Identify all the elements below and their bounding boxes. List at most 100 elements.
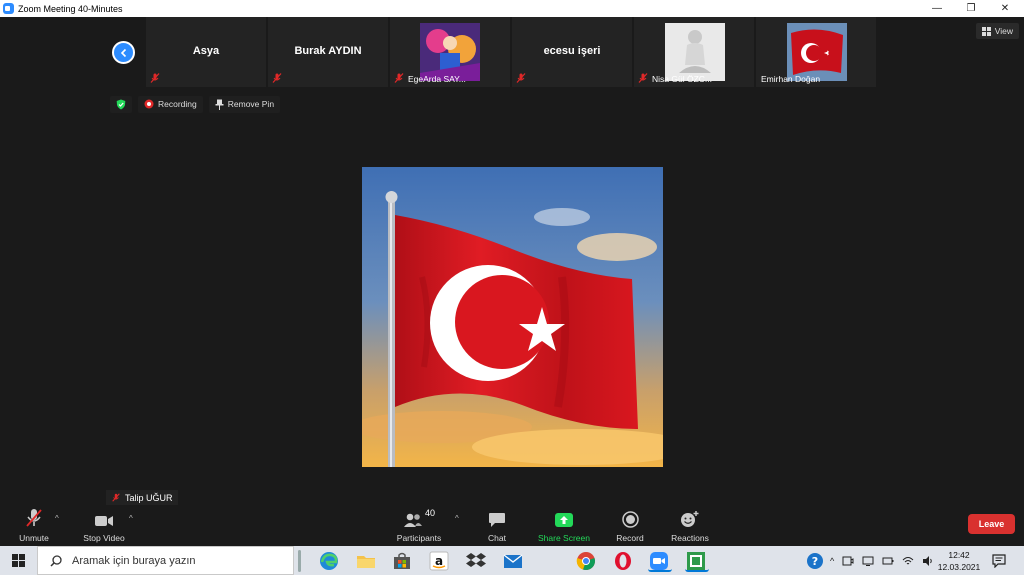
unmute-label: Unmute <box>19 533 49 543</box>
minimize-button[interactable]: — <box>920 0 954 17</box>
unmute-button[interactable]: Unmute <box>14 508 54 543</box>
meeting-stage: Asya Burak AYDIN EgeArda SAY... ecesu iş… <box>0 17 1024 546</box>
restore-button[interactable]: ❐ <box>954 0 988 17</box>
participant-name-ecesu: ecesu işeri <box>543 45 601 57</box>
mic-off-icon <box>516 73 526 83</box>
remove-pin-button[interactable]: Remove Pin <box>208 95 281 113</box>
edge-browser-icon[interactable] <box>318 550 340 572</box>
participant-tile-ecesu[interactable]: ecesu işeri <box>512 17 632 87</box>
view-button-label: View <box>994 26 1013 36</box>
zoom-logo-icon <box>3 3 14 14</box>
wifi-icon[interactable] <box>902 555 914 567</box>
participant-tile-asya[interactable]: Asya <box>146 17 266 87</box>
video-camera-icon <box>95 516 113 526</box>
system-tray: ? ^ <box>806 546 934 575</box>
zoom-taskbar-icon[interactable] <box>648 550 672 572</box>
record-button[interactable]: Record <box>610 508 650 543</box>
active-speaker-label: Talip UĞUR <box>106 490 178 505</box>
record-dot-icon <box>144 99 154 109</box>
recording-label: Recording <box>158 99 197 109</box>
participant-tile-emirhan[interactable]: Emirhan Doğan <box>756 17 876 87</box>
battery-icon[interactable] <box>882 555 894 567</box>
mic-off-icon <box>638 73 648 83</box>
participant-label-ege: EgeArda SAY... <box>408 74 466 84</box>
opera-icon[interactable] <box>612 550 634 572</box>
display-icon[interactable] <box>862 555 874 567</box>
shield-check-icon <box>116 99 126 109</box>
chevron-left-icon <box>120 48 126 57</box>
participant-tile-nisa[interactable]: Nisa Gül ÖZC... <box>634 17 754 87</box>
taskbar-search-placeholder: Aramak için buraya yazın <box>72 554 196 567</box>
share-screen-icon <box>555 513 573 527</box>
mic-off-icon <box>112 493 120 502</box>
reactions-label: Reactions <box>671 533 709 543</box>
meet-now-icon[interactable] <box>842 555 854 567</box>
volume-icon[interactable] <box>922 555 934 567</box>
chat-label: Chat <box>488 533 506 543</box>
window-title: Zoom Meeting 40-Minutes <box>18 3 123 14</box>
view-button[interactable]: View <box>975 23 1019 39</box>
mic-off-icon <box>394 73 404 83</box>
record-icon <box>621 511 639 528</box>
active-speaker-name: Talip UĞUR <box>125 492 173 503</box>
chat-button[interactable]: Chat <box>480 508 514 543</box>
svg-text:a: a <box>435 554 443 568</box>
participants-button[interactable]: 40 Participants <box>393 508 445 543</box>
window-titlebar: Zoom Meeting 40-Minutes — ❐ ✕ <box>0 0 1024 17</box>
notifications-icon[interactable] <box>992 554 1006 568</box>
green-app-icon[interactable] <box>685 550 709 572</box>
recording-indicator[interactable]: Recording <box>138 95 203 113</box>
clock-date: 12.03.2021 <box>937 562 981 572</box>
participants-count: 40 <box>424 508 435 518</box>
video-options-caret[interactable]: ^ <box>129 514 133 523</box>
windows-logo-icon <box>11 554 25 567</box>
share-screen-button[interactable]: Share Screen <box>533 508 595 543</box>
participant-name-burak: Burak AYDIN <box>294 45 362 57</box>
participant-avatar-image <box>787 23 847 81</box>
chrome-icon[interactable] <box>575 550 597 572</box>
dropbox-icon[interactable] <box>465 550 487 572</box>
participants-label: Participants <box>396 533 442 543</box>
pin-icon <box>215 99 224 110</box>
close-button[interactable]: ✕ <box>988 0 1022 17</box>
mail-icon[interactable] <box>502 550 524 572</box>
microsoft-store-icon[interactable] <box>391 550 413 572</box>
task-view-divider <box>298 550 301 572</box>
svg-text:?: ? <box>812 555 818 568</box>
security-badge[interactable] <box>110 95 132 113</box>
audio-options-caret[interactable]: ^ <box>55 514 59 523</box>
pinned-video <box>362 167 663 467</box>
participants-icon <box>403 513 422 527</box>
participant-label-nisa: Nisa Gül ÖZC... <box>652 74 712 84</box>
reactions-smiley-icon <box>681 511 699 527</box>
strip-previous-button[interactable] <box>112 41 135 64</box>
search-icon <box>50 554 62 567</box>
amazon-icon[interactable]: a <box>428 550 450 572</box>
participant-label-emirhan: Emirhan Doğan <box>761 74 821 84</box>
taskbar-search-box[interactable]: Aramak için buraya yazın <box>37 546 294 575</box>
mic-muted-icon <box>26 509 42 527</box>
participant-tile-ege[interactable]: EgeArda SAY... <box>390 17 510 87</box>
participants-options-caret[interactable]: ^ <box>455 514 459 523</box>
mic-off-icon <box>150 73 160 83</box>
taskbar-clock[interactable]: 12:42 12.03.2021 <box>934 549 984 573</box>
turkish-flag-image <box>362 167 663 467</box>
record-label: Record <box>616 533 644 543</box>
chat-bubble-icon <box>489 513 505 527</box>
windows-taskbar: Aramak için buraya yazın a ? ^ 12:42 12.… <box>0 546 1024 575</box>
start-button[interactable] <box>0 546 36 575</box>
grid-icon <box>981 26 991 36</box>
meeting-status-bar: Recording Remove Pin <box>110 95 281 113</box>
participant-avatar-image <box>420 23 480 81</box>
file-explorer-icon[interactable] <box>355 550 377 572</box>
reactions-button[interactable]: Reactions <box>665 508 715 543</box>
participant-tile-burak[interactable]: Burak AYDIN <box>268 17 388 87</box>
stop-video-button[interactable]: Stop Video <box>80 508 128 543</box>
tray-overflow-caret[interactable]: ^ <box>830 556 834 566</box>
participant-avatar-image <box>665 23 725 81</box>
leave-button[interactable]: Leave <box>968 514 1015 534</box>
help-icon[interactable]: ? <box>806 552 824 570</box>
remove-pin-label: Remove Pin <box>227 99 275 109</box>
participant-name-asya: Asya <box>192 45 220 57</box>
mic-off-icon <box>272 73 282 83</box>
